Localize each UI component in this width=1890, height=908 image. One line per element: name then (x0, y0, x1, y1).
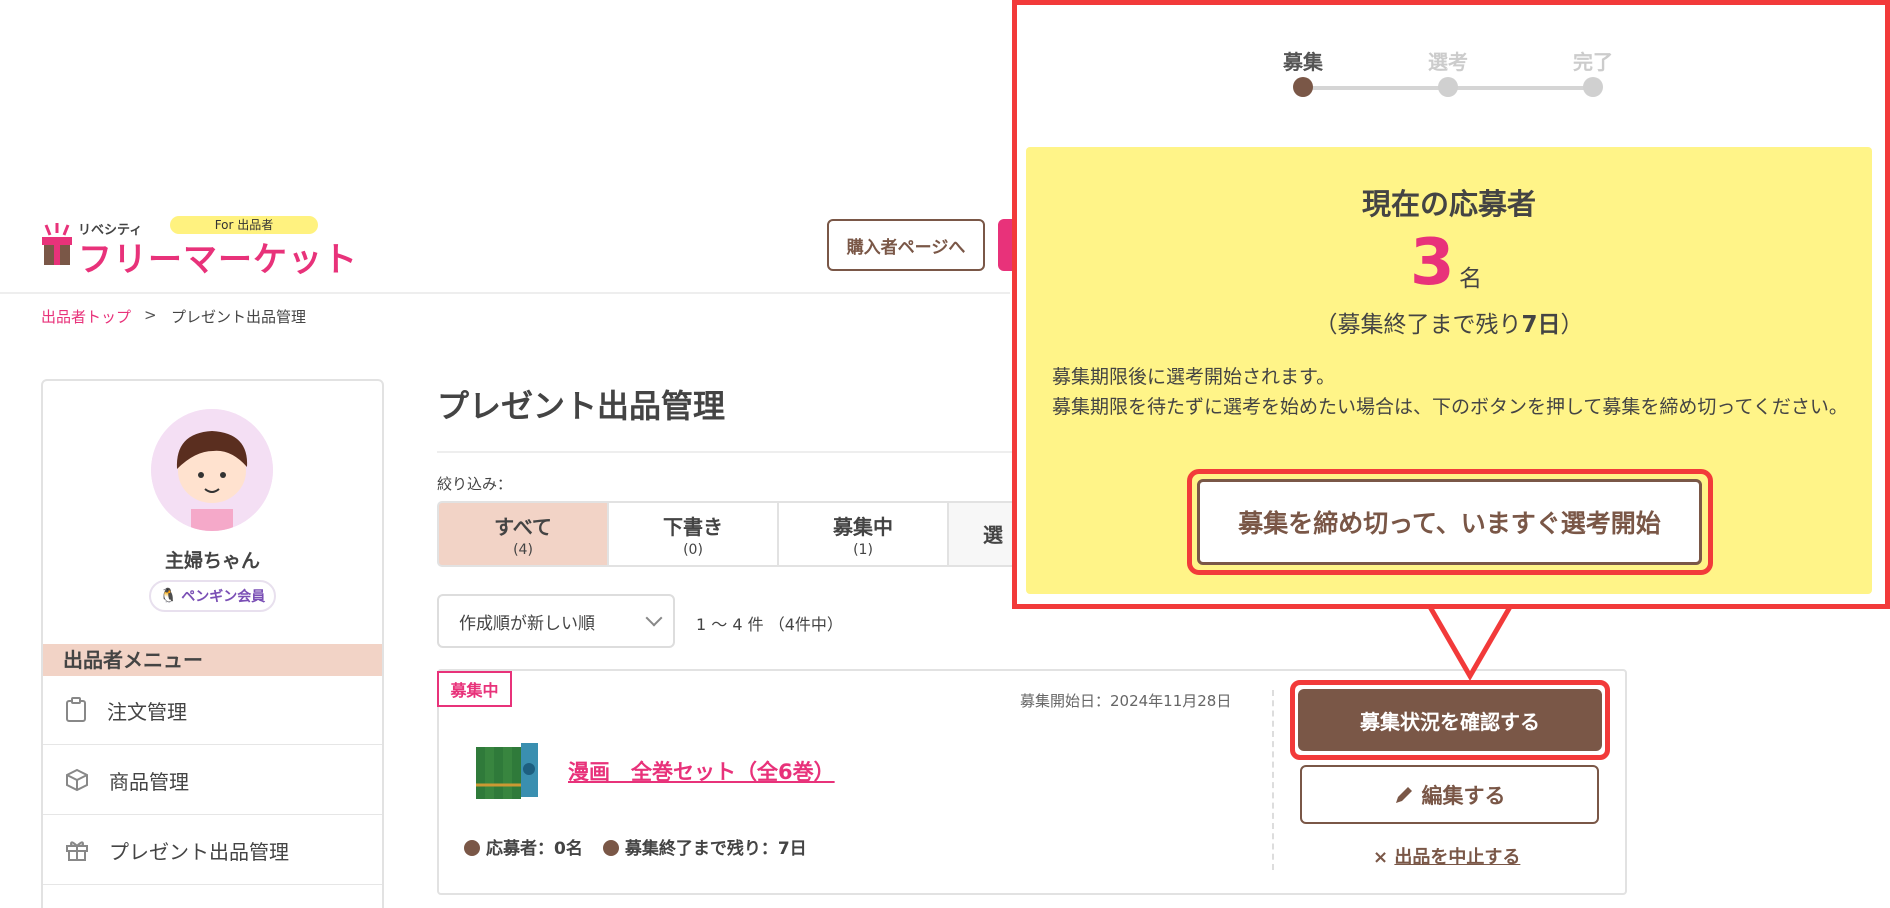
sort-select[interactable]: 作成順が新しい順 (437, 594, 675, 648)
sidebar-item-label: 商品管理 (109, 769, 189, 794)
sidebar-item-orders[interactable]: 注文管理 (43, 676, 382, 745)
highlight-close-button (1187, 469, 1713, 575)
filter-label: 絞り込み： (437, 475, 513, 493)
applicant-count-text: 応募者：0名 (486, 839, 583, 859)
tab-label: 募集中 (833, 514, 893, 539)
breadcrumb-current: プレゼント出品管理 (171, 308, 307, 326)
tab-count: (4) (513, 541, 533, 558)
tab-all[interactable]: すべて (4) (437, 501, 607, 567)
applicant-unit: 名 (1459, 266, 1482, 292)
breadcrumb-separator: > (144, 306, 157, 324)
step-dot-complete (1583, 77, 1603, 97)
tab-count: (1) (853, 541, 873, 558)
breadcrumb-seller-top[interactable]: 出品者トップ (41, 306, 131, 327)
cancel-listing-link[interactable]: 出品を中止する (1394, 847, 1520, 868)
remaining-days: （募集終了まで残り7日） (1026, 305, 1872, 339)
pencil-icon (1395, 786, 1412, 803)
filter-tabs: すべて (4) 下書き (0) 募集中 (1) 選 (437, 501, 1037, 567)
step-line (1303, 86, 1448, 90)
clipboard-icon (66, 697, 86, 722)
current-applicants-title: 現在の応募者 (1361, 187, 1536, 221)
selection-notice: 募集期限後に選考開始されます。 募集期限を待たずに選考を始めたい場合は、下のボタ… (1052, 362, 1852, 422)
remaining-time: 募集終了まで残り：7日 (602, 834, 807, 859)
highlight-check-button (1290, 680, 1610, 760)
cancel-listing[interactable]: × 出品を中止する (1373, 843, 1520, 869)
avatar (151, 409, 273, 531)
sidebar-item-present[interactable]: プレゼント出品管理 (43, 816, 382, 885)
clock-icon (602, 840, 619, 856)
remaining-time-text: 募集終了まで残り：7日 (624, 839, 807, 859)
step-dot-select (1438, 77, 1458, 97)
avatar-illustration-icon (151, 409, 273, 531)
applicant-count: 応募者：0名 (464, 834, 583, 859)
step-label-complete: 完了 (1573, 50, 1613, 74)
hand-icon (464, 840, 480, 856)
close-icon: × (1373, 847, 1389, 868)
gift-icon (66, 841, 88, 861)
sort-value: 作成順が新しい順 (459, 613, 595, 634)
member-label: ペンギン会員 (181, 589, 266, 605)
tab-label: 下書き (663, 514, 723, 539)
start-date: 募集開始日：2024年11月28日 (1020, 692, 1232, 710)
result-count: 1 〜 4 件 （4件中） (696, 615, 843, 634)
seller-menu-title: 出品者メニュー (43, 644, 382, 676)
title-divider (437, 451, 1037, 453)
buyer-page-button[interactable]: 購入者ページへ (827, 219, 985, 271)
box-icon (66, 768, 88, 792)
sidebar-item-products[interactable]: 商品管理 (43, 746, 382, 815)
remaining-days-value: 7日 (1521, 312, 1561, 338)
gift-box-logo-icon (42, 223, 72, 265)
tab-label: 選 (983, 522, 1003, 547)
edit-button-label: 編集する (1421, 783, 1506, 808)
status-badge: 募集中 (437, 671, 512, 707)
callout-pointer (1423, 600, 1517, 680)
sidebar-item-label: 注文管理 (107, 699, 187, 724)
step-label-recruit: 募集 (1283, 50, 1323, 74)
page-title: プレゼント出品管理 (437, 387, 726, 425)
tab-draft[interactable]: 下書き (0) (607, 501, 777, 567)
tab-recruiting[interactable]: 募集中 (1) (777, 501, 947, 567)
remaining-prefix: （募集終了まで残り (1314, 312, 1522, 338)
penguin-icon: 🐧 (159, 588, 178, 604)
site-logo[interactable]: フリーマーケット (78, 232, 358, 281)
applicant-number: 3 (1410, 226, 1455, 300)
member-badge: 🐧 ペンギン会員 (149, 580, 276, 612)
step-label-select: 選考 (1428, 50, 1468, 74)
applicant-stats: 応募者：0名 募集終了まで残り：7日 (464, 834, 807, 859)
step-line (1448, 86, 1593, 90)
tab-count: (0) (683, 541, 703, 558)
tab-label: すべて (494, 514, 552, 539)
item-title-link[interactable]: 漫画 全巻セット（全6巻） (568, 756, 835, 786)
sidebar-item-label: プレゼント出品管理 (109, 839, 289, 864)
edit-button[interactable]: 編集する (1300, 765, 1599, 824)
step-dot-recruit (1293, 77, 1313, 97)
user-name: 主婦ちゃん (164, 550, 260, 572)
header-divider (0, 292, 1010, 294)
notice-line: 募集期限を待たずに選考を始めたい場合は、下のボタンを押して募集を締め切ってくださ… (1052, 396, 1848, 418)
manga-set-thumbnail (476, 743, 538, 799)
remaining-suffix: ） (1560, 312, 1584, 338)
notice-line: 募集期限後に選考開始されます。 (1052, 366, 1336, 388)
card-divider (1272, 690, 1274, 870)
